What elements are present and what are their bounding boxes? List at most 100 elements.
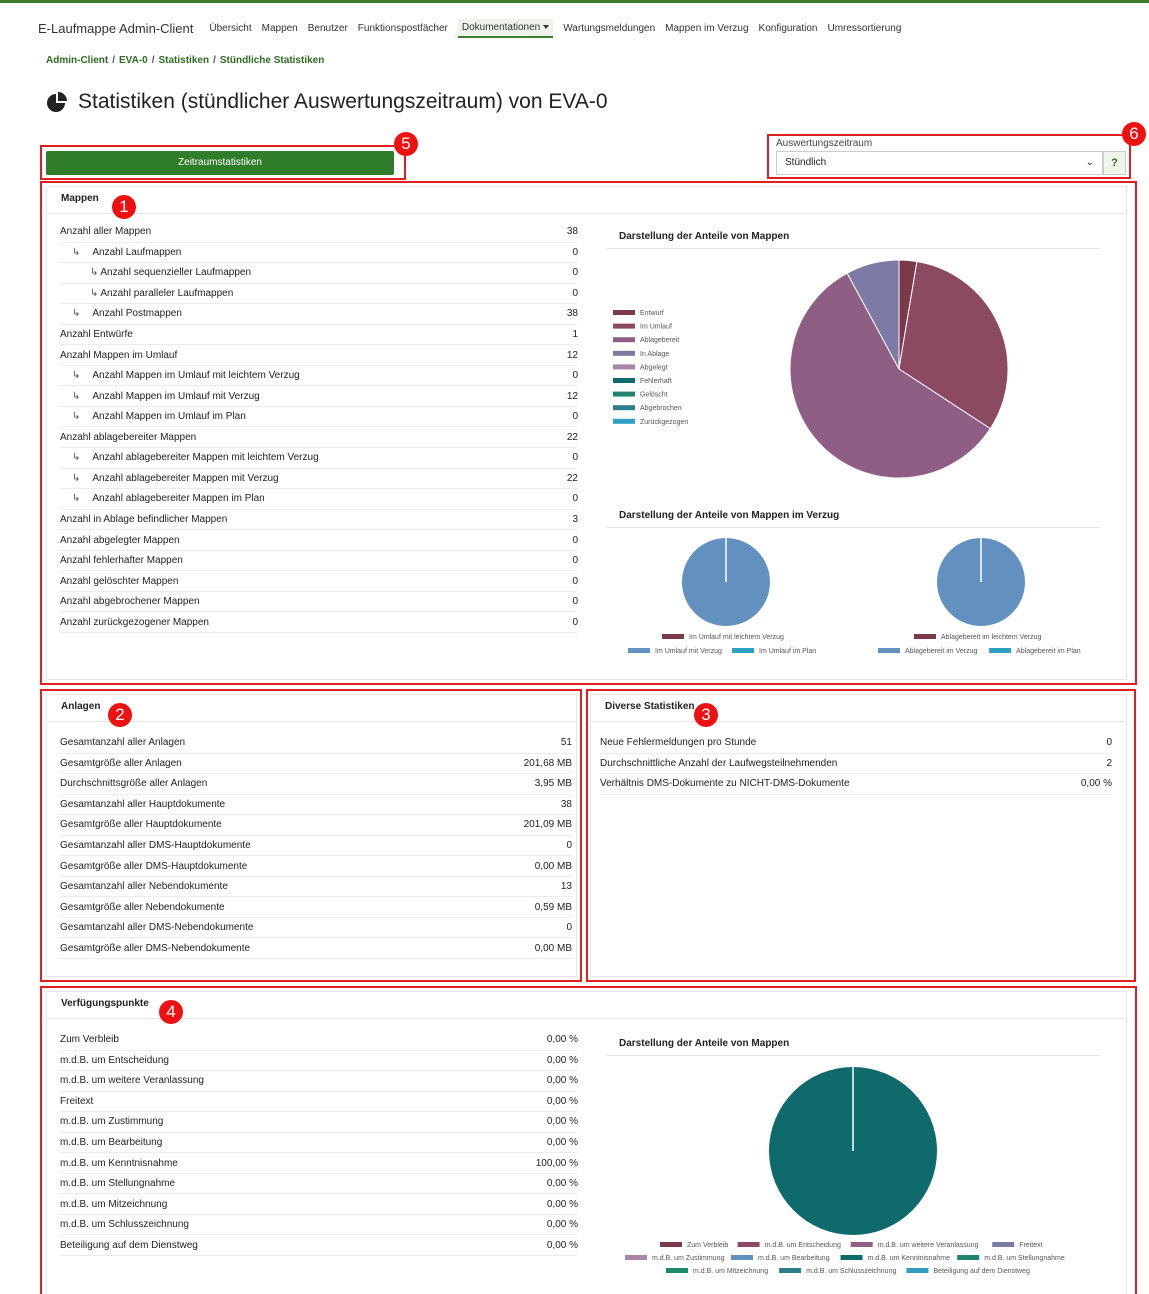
- stat-label: ↳ Anzahl ablagebereiter Mappen mit Verzug: [60, 473, 279, 484]
- stat-label-text: Anzahl Mappen im Umlauf: [60, 349, 178, 361]
- stat-label-text: Anzahl ablagebereiter Mappen mit Verzug: [92, 472, 279, 484]
- verfuegung-legend-label: Freitext: [1019, 1242, 1042, 1249]
- ablage-legend-swatch: [989, 648, 1012, 653]
- stat-label: m.d.B. um Zustimmung: [60, 1116, 163, 1127]
- breadcrumb-eva[interactable]: EVA-0: [119, 55, 148, 66]
- breadcrumb-statistiken[interactable]: Statistiken: [159, 55, 210, 66]
- stat-row: Gesamtanzahl aller DMS-Hauptdokumente 0: [60, 836, 572, 857]
- stat-label-text: Gesamtanzahl aller Nebendokumente: [60, 881, 228, 893]
- period-select-value: Stündlich: [785, 157, 827, 168]
- nav-item-dokumentationen[interactable]: Dokumentationen: [457, 18, 554, 38]
- stat-label: ↳ Anzahl Mappen im Umlauf mit Verzug: [60, 391, 260, 402]
- stat-label: Durchschnittliche Anzahl der Laufwegstei…: [600, 758, 837, 769]
- stat-row: Zum Verbleib 0,00 %: [60, 1030, 578, 1051]
- stat-row: m.d.B. um Stellungnahme 0,00 %: [60, 1174, 578, 1195]
- marker-6: 6: [1122, 122, 1146, 146]
- stat-row: m.d.B. um Entscheidung 0,00 %: [60, 1051, 578, 1072]
- marker-1: 1: [112, 195, 136, 219]
- stat-label-text: m.d.B. um Kenntnisnahme: [60, 1157, 178, 1169]
- ablage-legend-label: Ablagebereit im Plan: [1016, 648, 1081, 655]
- stat-value: 38: [566, 308, 578, 320]
- stat-label: Gesamtanzahl aller DMS-Hauptdokumente: [60, 840, 251, 851]
- chart-title-mappen-verzug: Darstellung der Anteile von Mappen im Ve…: [619, 510, 840, 521]
- stat-value: 0: [1106, 737, 1112, 749]
- stat-row: Durchschnittliche Anzahl der Laufwegstei…: [600, 754, 1112, 775]
- stat-label-text: Gesamtgröße aller DMS-Nebendokumente: [60, 942, 251, 954]
- stat-value: 0,00 MB: [534, 860, 572, 872]
- verfuegung-legend-swatch: [840, 1255, 863, 1260]
- stat-row: Neue Fehlermeldungen pro Stunde 0: [600, 733, 1112, 754]
- stat-label-text: m.d.B. um Mitzeichnung: [60, 1198, 168, 1210]
- breadcrumb: Admin-Client / EVA-0/Statistiken / Stündlich…: [46, 55, 324, 66]
- verfuegung-legend-swatch: [737, 1242, 760, 1247]
- stat-label-text: Anzahl ablagebereiter Mappen mit leichte…: [92, 452, 319, 464]
- nav-item-mappen[interactable]: Mappen: [262, 20, 298, 37]
- stat-label-text: Anzahl Entwürfe: [60, 329, 133, 340]
- stat-value: 22: [566, 472, 578, 484]
- stat-label-text: Gesamtanzahl aller DMS-Hauptdokumente: [60, 840, 251, 851]
- mappen-legend-swatch: [613, 418, 635, 424]
- stat-row: Durchschnittsgröße aller Anlagen 3,95 MB: [60, 774, 572, 795]
- verfuegung-legend-label: Beteiligung auf dem Dienstweg: [933, 1268, 1030, 1275]
- ablage-legend-swatch: [914, 634, 936, 639]
- marker-5: 5: [394, 132, 418, 156]
- app-brand[interactable]: E-Laufmappe Admin-Client: [38, 21, 193, 36]
- verfuegung-legend-swatch: [666, 1268, 688, 1273]
- stat-label-text: Anzahl Mappen im Umlauf mit leichtem Ver…: [92, 370, 300, 382]
- stat-value: 0: [572, 246, 578, 258]
- stat-row: m.d.B. um Kenntnisnahme 100,00 %: [60, 1153, 578, 1174]
- stat-row: m.d.B. um weitere Veranlassung 0,00 %: [60, 1071, 578, 1092]
- stat-label-text: m.d.B. um Zustimmung: [60, 1116, 164, 1128]
- stat-label-text: Anzahl Postmappen: [92, 308, 182, 320]
- period-select[interactable]: Stündlich ⌄: [776, 151, 1103, 175]
- stat-value: 1: [572, 329, 578, 340]
- period-label: Auswertungszeitraum: [776, 138, 873, 149]
- stat-value: 13: [560, 881, 572, 893]
- nav-item-funktionspostfaecher[interactable]: Funktionspostfächer: [358, 20, 448, 37]
- stat-value: 0,00 %: [546, 1095, 578, 1107]
- nav-item-mappen-im-verzug[interactable]: Mappen im Verzug: [665, 20, 748, 37]
- stat-row: Gesamtanzahl aller DMS-Nebendokumente 0: [60, 918, 572, 939]
- sub-arrow-icon: ↳: [72, 452, 81, 464]
- stat-label-text: Zum Verbleib: [60, 1034, 119, 1046]
- stat-value: 0: [572, 493, 578, 505]
- mappen-legend-swatch: [613, 310, 635, 315]
- stat-value: 0: [572, 267, 578, 279]
- stat-row: Anzahl fehlerhafter Mappen 0: [60, 551, 578, 572]
- stat-value: 12: [566, 349, 578, 361]
- diverse-card-header: Diverse Statistiken: [591, 695, 1126, 722]
- stat-label: m.d.B. um Mitzeichnung: [60, 1199, 167, 1210]
- sub-arrow-icon: ↳: [90, 267, 99, 279]
- stat-row: m.d.B. um Zustimmung 0,00 %: [60, 1112, 578, 1133]
- stat-row: Anzahl Mappen im Umlauf 12: [60, 345, 578, 366]
- period-stats-button[interactable]: Zeitraumstatistiken: [46, 151, 394, 175]
- stat-label: Neue Fehlermeldungen pro Stunde: [600, 737, 756, 748]
- chart-title-mappen: Darstellung der Anteile von Mappen: [619, 231, 790, 242]
- mappen-legend-label: Ablagebereit: [640, 337, 679, 344]
- mappen-legend-swatch: [613, 364, 635, 370]
- sub-arrow-icon: ↳: [72, 246, 81, 258]
- period-help-button[interactable]: ?: [1103, 151, 1126, 175]
- stat-label-text: Anzahl aller Mappen: [60, 226, 152, 238]
- breadcrumb-admin-client[interactable]: Admin-Client: [46, 55, 108, 66]
- stat-label: Verhältnis DMS-Dokumente zu NICHT-DMS-Do…: [600, 778, 850, 789]
- nav-item-uebersicht[interactable]: Übersicht: [209, 20, 251, 37]
- stat-row: Gesamtgröße aller Hauptdokumente 201,09 M…: [60, 815, 572, 836]
- stat-value: 3: [572, 513, 578, 525]
- stat-row: Anzahl gelöschter Mappen 0: [60, 571, 578, 592]
- verfuegung-legend-label: m.d.B. um Entscheidung: [765, 1242, 841, 1249]
- marker-4: 4: [159, 1000, 183, 1024]
- stat-value: 0: [572, 287, 578, 299]
- stat-label: Anzahl gelöschter Mappen: [60, 576, 178, 587]
- nav-item-umressortierung[interactable]: Umressortierung: [827, 20, 901, 37]
- nav-item-konfiguration[interactable]: Konfiguration: [759, 20, 818, 37]
- verfuegung-legend-swatch: [779, 1268, 802, 1273]
- stat-label-text: Durchschnittsgröße aller Anlagen: [60, 778, 208, 790]
- verfuegung-legend-label: m.d.B. um Zustimmung: [652, 1255, 724, 1262]
- stat-value: 0: [566, 922, 572, 934]
- stat-label: Gesamtanzahl aller Hauptdokumente: [60, 799, 225, 810]
- stat-label: m.d.B. um Bearbeitung: [60, 1137, 162, 1148]
- nav-item-benutzer[interactable]: Benutzer: [308, 20, 348, 37]
- nav-item-wartungsmeldungen[interactable]: Wartungsmeldungen: [563, 20, 655, 37]
- mappen-legend-swatch: [613, 391, 635, 397]
